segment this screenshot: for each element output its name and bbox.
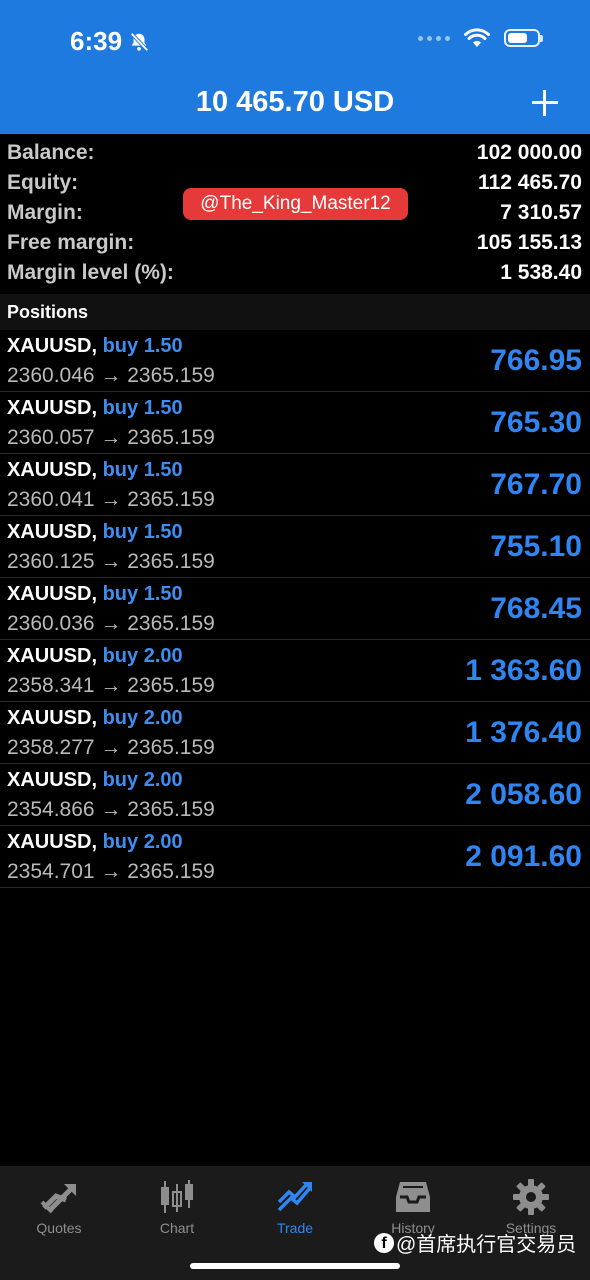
- positions-list: XAUUSD, buy 1.50 2360.046 → 2365.159 766…: [0, 330, 590, 888]
- position-row[interactable]: XAUUSD, buy 1.50 2360.041 → 2365.159 767…: [0, 454, 590, 516]
- summary-label: Free margin:: [7, 231, 135, 254]
- bell-off-icon: [130, 31, 149, 52]
- status-indicators: [418, 28, 543, 48]
- position-profit: 755.10: [490, 530, 582, 563]
- position-prices: 2360.041 → 2365.159: [7, 488, 215, 511]
- footer-watermark-text: @首席执行官交易员: [396, 1234, 577, 1256]
- facebook-icon: f: [374, 1232, 394, 1253]
- tab-label: Trade: [276, 1220, 314, 1236]
- summary-value: 102 000.00: [476, 141, 582, 164]
- position-row[interactable]: XAUUSD, buy 2.00 2358.277 → 2365.159 1 3…: [0, 702, 590, 764]
- position-side: buy 1.50: [102, 521, 183, 543]
- summary-row-free-margin: Free margin: 105 155.13: [0, 228, 590, 258]
- position-row[interactable]: XAUUSD, buy 1.50 2360.125 → 2365.159 755…: [0, 516, 590, 578]
- position-profit: 2 091.60: [465, 840, 582, 873]
- position-symbol: XAUUSD,: [7, 645, 98, 667]
- status-time-text: 6:39: [70, 26, 123, 56]
- chart-icon: [161, 1180, 193, 1213]
- position-prices: 2360.125 → 2365.159: [7, 550, 215, 573]
- position-symbol: XAUUSD,: [7, 583, 98, 605]
- position-row[interactable]: XAUUSD, buy 2.00 2358.341 → 2365.159 1 3…: [0, 640, 590, 702]
- position-side: buy 1.50: [102, 459, 183, 481]
- tab-label: Chart: [159, 1220, 195, 1236]
- position-title: XAUUSD, buy 2.00: [7, 707, 183, 730]
- footer-watermark: f @首席执行官交易员: [374, 1228, 576, 1257]
- position-prices: 2360.036 → 2365.159: [7, 612, 215, 635]
- position-row[interactable]: XAUUSD, buy 2.00 2354.701 → 2365.159 2 0…: [0, 826, 590, 888]
- summary-label: Balance:: [7, 141, 95, 164]
- position-symbol: XAUUSD,: [7, 831, 98, 853]
- position-title: XAUUSD, buy 2.00: [7, 645, 183, 668]
- tab-quotes[interactable]: Quotes: [0, 1176, 118, 1236]
- position-row[interactable]: XAUUSD, buy 1.50 2360.046 → 2365.159 766…: [0, 330, 590, 392]
- position-prices: 2354.701 → 2365.159: [7, 860, 215, 883]
- position-side: buy 1.50: [102, 335, 183, 357]
- position-symbol: XAUUSD,: [7, 707, 98, 729]
- position-title: XAUUSD, buy 1.50: [7, 459, 183, 482]
- summary-value: 112 465.70: [478, 171, 582, 194]
- position-symbol: XAUUSD,: [7, 459, 98, 481]
- position-profit: 1 376.40: [465, 716, 582, 749]
- position-symbol: XAUUSD,: [7, 335, 98, 357]
- new-order-button[interactable]: [530, 88, 560, 118]
- battery-icon: [504, 29, 543, 47]
- summary-value: 1 538.40: [500, 261, 582, 284]
- tab-history[interactable]: History: [354, 1176, 472, 1236]
- history-icon: [396, 1182, 430, 1212]
- tab-trade[interactable]: Trade: [236, 1176, 354, 1236]
- cellular-signal-icon: [418, 35, 450, 41]
- wifi-icon: [464, 28, 490, 47]
- position-profit: 767.70: [490, 468, 582, 501]
- home-indicator[interactable]: [190, 1263, 400, 1269]
- position-symbol: XAUUSD,: [7, 521, 98, 543]
- quotes-icon: [40, 1184, 76, 1214]
- position-side: buy 2.00: [102, 769, 183, 791]
- status-time: 6:39: [70, 26, 150, 57]
- position-title: XAUUSD, buy 1.50: [7, 397, 183, 420]
- position-profit: 2 058.60: [465, 778, 582, 811]
- position-profit: 765.30: [490, 406, 582, 439]
- positions-header: Positions: [0, 294, 590, 330]
- position-title: XAUUSD, buy 1.50: [7, 583, 183, 606]
- position-prices: 2354.866 → 2365.159: [7, 798, 215, 821]
- tab-settings[interactable]: Settings: [472, 1176, 590, 1236]
- position-row[interactable]: XAUUSD, buy 2.00 2354.866 → 2365.159 2 0…: [0, 764, 590, 826]
- position-prices: 2358.277 → 2365.159: [7, 736, 215, 759]
- trade-icon: [277, 1182, 312, 1212]
- position-title: XAUUSD, buy 1.50: [7, 521, 183, 544]
- position-side: buy 1.50: [102, 583, 183, 605]
- summary-value: 7 310.57: [500, 201, 582, 224]
- position-title: XAUUSD, buy 2.00: [7, 769, 183, 792]
- position-symbol: XAUUSD,: [7, 397, 98, 419]
- position-side: buy 2.00: [102, 645, 183, 667]
- gear-icon: [513, 1179, 549, 1215]
- summary-row-balance: Balance: 102 000.00: [0, 138, 590, 168]
- summary-value: 105 155.13: [476, 231, 582, 254]
- position-row[interactable]: XAUUSD, buy 1.50 2360.036 → 2365.159 768…: [0, 578, 590, 640]
- summary-label: Margin:: [7, 201, 83, 224]
- position-side: buy 2.00: [102, 707, 183, 729]
- position-side: buy 1.50: [102, 397, 183, 419]
- position-profit: 1 363.60: [465, 654, 582, 687]
- summary-label: Equity:: [7, 171, 79, 194]
- page-title: 10 465.70 USD: [195, 86, 395, 118]
- position-prices: 2360.057 → 2365.159: [7, 426, 215, 449]
- tab-chart[interactable]: Chart: [118, 1176, 236, 1236]
- position-title: XAUUSD, buy 2.00: [7, 831, 183, 854]
- app-header: 6:39 10 465.70 USD: [0, 0, 590, 134]
- position-prices: 2358.341 → 2365.159: [7, 674, 215, 697]
- summary-row-margin-level: Margin level (%): 1 538.40: [0, 258, 590, 288]
- position-row[interactable]: XAUUSD, buy 1.50 2360.057 → 2365.159 765…: [0, 392, 590, 454]
- position-prices: 2360.046 → 2365.159: [7, 364, 215, 387]
- position-title: XAUUSD, buy 1.50: [7, 335, 183, 358]
- position-side: buy 2.00: [102, 831, 183, 853]
- watermark-badge: @The_King_Master12: [183, 188, 408, 220]
- position-profit: 766.95: [490, 344, 582, 377]
- position-profit: 768.45: [490, 592, 582, 625]
- tab-label: Quotes: [36, 1220, 82, 1236]
- position-symbol: XAUUSD,: [7, 769, 98, 791]
- summary-label: Margin level (%):: [7, 261, 174, 284]
